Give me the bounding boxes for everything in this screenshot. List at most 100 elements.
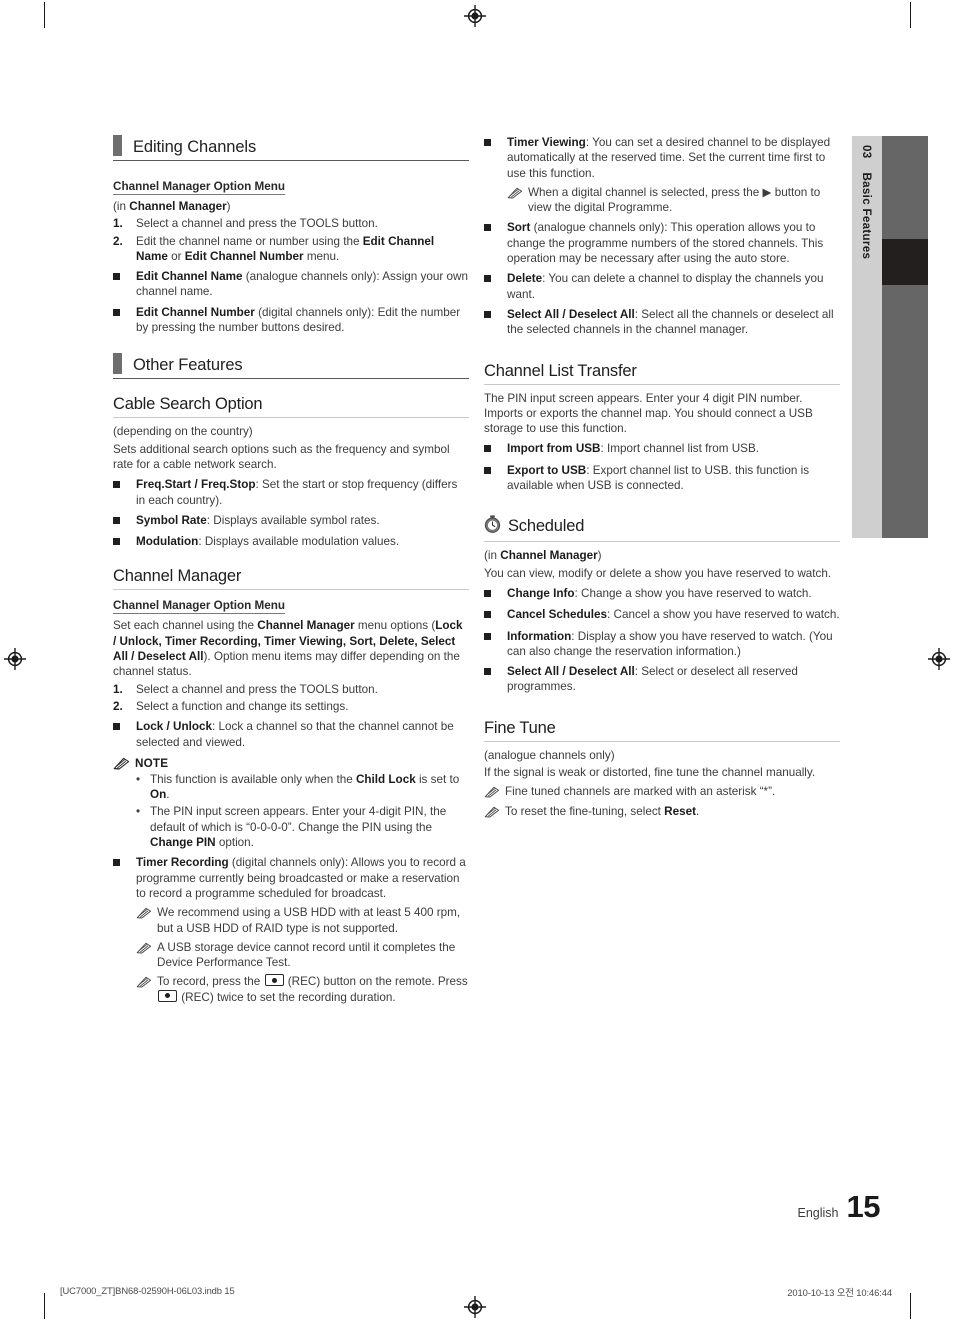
- pencil-note-icon: [136, 974, 157, 1005]
- in-channel-manager-line: (in Channel Manager): [113, 199, 469, 214]
- chapter-tab-label-wrap: 03 Basic Features: [852, 136, 882, 538]
- square-bullet-icon: [484, 586, 507, 602]
- step-number: 2.: [113, 699, 123, 713]
- numbered-step: 1. Select a channel and press the TOOLS …: [113, 682, 469, 697]
- square-bullet-icon: [484, 441, 507, 457]
- bullet-item: Timer Viewing: You can set a desired cha…: [484, 135, 840, 181]
- bullet-text: Timer Recording (digital channels only):…: [136, 856, 466, 900]
- square-bullet-icon: [484, 307, 507, 338]
- numbered-step: 1. Select a channel and press the TOOLS …: [113, 216, 469, 231]
- numbered-step: 2. Edit the channel name or number using…: [113, 234, 469, 265]
- registration-mark-icon: [464, 5, 486, 27]
- divider: [113, 589, 469, 591]
- paren-open: (in: [113, 200, 130, 213]
- square-bullet-icon: [484, 135, 507, 181]
- bullet-text: Delete: You can delete a channel to disp…: [507, 272, 824, 301]
- subsection-title-channel-list-transfer: Channel List Transfer: [484, 361, 637, 380]
- section-title: Editing Channels: [133, 137, 257, 156]
- bullet-item: Select All / Deselect All: Select all th…: [484, 307, 840, 338]
- chapter-tab: 03 Basic Features: [852, 136, 882, 538]
- bullet-text: Select All / Deselect All: Select or des…: [507, 665, 798, 694]
- bullet-text: Edit Channel Name (analogue channels onl…: [136, 270, 468, 299]
- square-bullet-icon: [113, 719, 136, 750]
- square-bullet-icon: [113, 534, 136, 550]
- option-menu-title: Channel Manager Option Menu: [113, 599, 286, 615]
- paragraph: Set each channel using the Channel Manag…: [113, 619, 463, 679]
- square-bullet-icon: [484, 271, 507, 302]
- note-bullet-text: This function is available only when the…: [150, 772, 460, 802]
- bullet-text: Select All / Deselect All: Select all th…: [507, 307, 834, 337]
- stopwatch-icon: [484, 515, 501, 538]
- paragraph: (analogue channels only): [484, 748, 615, 762]
- manual-page: Editing Channels Channel Manager Option …: [0, 0, 954, 1321]
- option-menu-title: Channel Manager Option Menu: [113, 180, 286, 195]
- print-footer: [UC7000_ZT]BN68-02590H-06L03.indb 15 201…: [0, 1283, 954, 1303]
- in-channel-manager-line: (in Channel Manager): [484, 548, 840, 563]
- chapter-number: 03: [860, 145, 874, 159]
- section-marker: [113, 353, 122, 375]
- crop-mark: [44, 2, 45, 28]
- channel-manager-bold: Channel Manager: [129, 200, 227, 213]
- crop-mark: [910, 2, 911, 28]
- pencil-note-icon: [484, 784, 505, 799]
- chapter-index-active-marker: [882, 239, 928, 285]
- pencil-note-icon: [136, 905, 157, 936]
- pencil-note-icon: [484, 804, 505, 819]
- step-number: 1.: [113, 217, 123, 231]
- pencil-note: To record, press the (REC) button on the…: [113, 974, 469, 1005]
- step-text: Select a channel and press the TOOLS but…: [136, 217, 378, 231]
- pencil-note-text: To record, press the (REC) button on the…: [157, 974, 468, 1004]
- paragraph: Sets additional search options such as t…: [113, 442, 450, 471]
- subsection-title-channel-manager: Channel Manager: [113, 567, 242, 586]
- step-text: Select a channel and press the TOOLS but…: [136, 682, 378, 696]
- square-bullet-icon: [113, 305, 136, 336]
- square-bullet-icon: [113, 477, 136, 508]
- paragraph: (depending on the country): [113, 425, 253, 439]
- subsection-title-scheduled-wrap: Scheduled: [484, 515, 840, 538]
- bullet-text: Import from USB: Import channel list fro…: [507, 442, 759, 456]
- pencil-note: When a digital channel is selected, pres…: [484, 185, 840, 216]
- bullet-text: Timer Viewing: You can set a desired cha…: [507, 136, 831, 180]
- bullet-item: Import from USB: Import channel list fro…: [484, 441, 840, 457]
- step-text: Select a function and change its setting…: [136, 699, 349, 713]
- bullet-text: Sort (analogue channels only): This oper…: [507, 221, 824, 266]
- footer-language: English: [797, 1206, 839, 1220]
- step-number: 1.: [113, 682, 123, 696]
- bullet-item: Freq.Start / Freq.Stop: Set the start or…: [113, 477, 469, 508]
- square-bullet-icon: [484, 463, 507, 494]
- bullet-text: Lock / Unlock: Lock a channel so that th…: [136, 720, 454, 749]
- section-header-editing-channels: Editing Channels: [113, 135, 469, 161]
- dot-bullet-icon: •: [136, 772, 141, 786]
- bullet-text: Edit Channel Number (digital channels on…: [136, 305, 461, 335]
- pencil-note-icon: [507, 185, 528, 216]
- pencil-note: To reset the fine-tuning, select Reset.: [484, 804, 840, 819]
- bullet-item: Export to USB: Export channel list to US…: [484, 463, 840, 494]
- divider: [484, 383, 840, 385]
- bullet-item: Symbol Rate: Displays available symbol r…: [113, 513, 469, 529]
- section-title: Other Features: [133, 356, 243, 375]
- bullet-text: Freq.Start / Freq.Stop: Set the start or…: [136, 478, 458, 507]
- pencil-note-icon: [113, 757, 130, 770]
- bullet-text: Symbol Rate: Displays available symbol r…: [136, 513, 380, 527]
- chapter-name: Basic Features: [860, 172, 874, 260]
- square-bullet-icon: [484, 629, 507, 660]
- square-bullet-icon: [113, 855, 136, 901]
- section-marker: [113, 135, 122, 156]
- bullet-item: Information: Display a show you have res…: [484, 629, 840, 660]
- chapter-index-bar: [882, 136, 928, 538]
- channel-manager-bold: Channel Manager: [500, 549, 598, 563]
- paragraph: You can view, modify or delete a show yo…: [484, 566, 832, 580]
- bullet-item: Cancel Schedules: Cancel a show you have…: [484, 607, 840, 623]
- bullet-text: Information: Display a show you have res…: [507, 629, 833, 658]
- square-bullet-icon: [484, 220, 507, 266]
- bullet-item: Lock / Unlock: Lock a channel so that th…: [113, 719, 469, 750]
- bullet-text: Cancel Schedules: Cancel a show you have…: [507, 608, 840, 622]
- square-bullet-icon: [113, 513, 136, 529]
- pencil-note-text: To reset the fine-tuning, select Reset.: [505, 804, 700, 818]
- option-menu-heading-wrap: Channel Manager Option Menu: [113, 596, 469, 615]
- paren-open: (in: [484, 549, 501, 563]
- numbered-step: 2. Select a function and change its sett…: [113, 699, 469, 714]
- registration-mark-icon: [928, 648, 950, 670]
- subsection-title-fine-tune: Fine Tune: [484, 718, 556, 737]
- page-number: 15: [846, 1189, 881, 1224]
